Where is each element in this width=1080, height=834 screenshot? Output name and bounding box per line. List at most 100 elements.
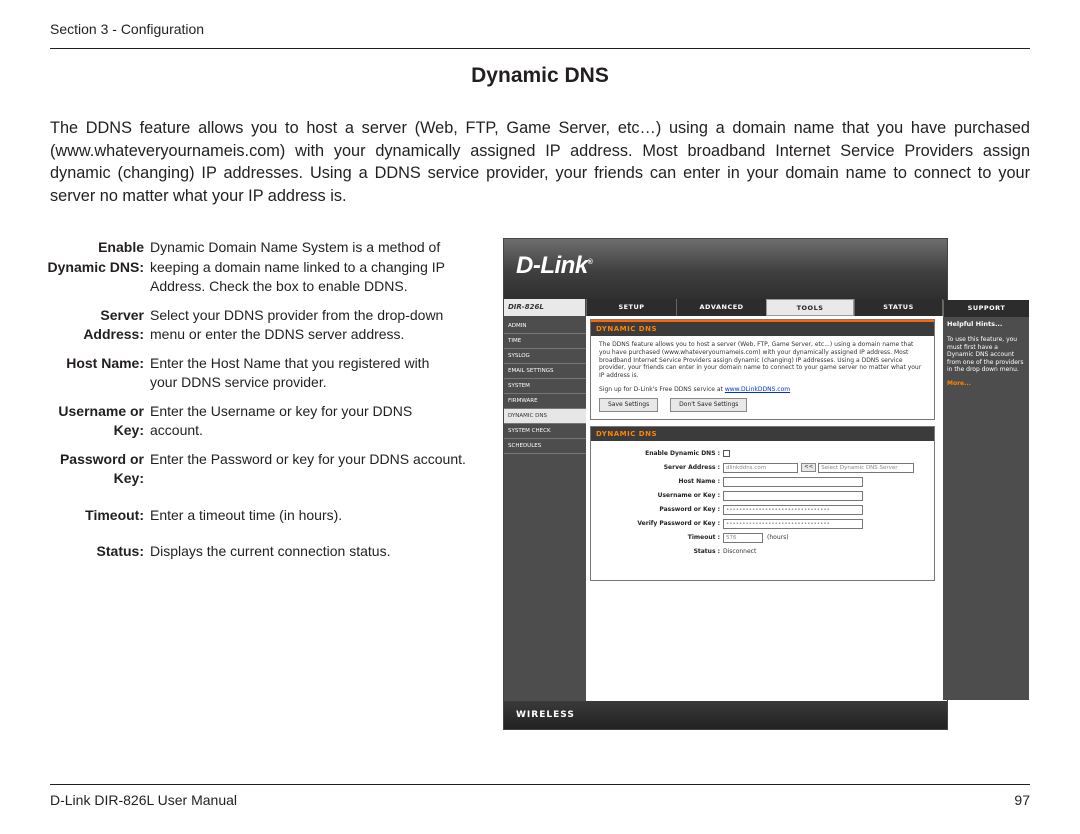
definition-term: Password or: [59, 450, 144, 467]
username-row: Username or Key :: [599, 489, 926, 503]
dlink-logo: D-Link®: [516, 252, 593, 279]
definition-term: Key:: [113, 422, 144, 438]
username-label: Username or Key :: [657, 491, 720, 499]
definition-text: Dynamic Domain Name System is a method o…: [150, 239, 441, 255]
hints-more-link[interactable]: More...: [947, 380, 1025, 387]
host-name-input[interactable]: [723, 476, 863, 487]
hints-text: To use this feature, you must first have…: [947, 336, 1024, 373]
verify-password-input[interactable]: ••••••••••••••••••••••••••••••••: [723, 518, 863, 529]
timeout-unit: (hours): [767, 533, 789, 541]
definition-text: Enter the Host Name that you registered …: [150, 354, 430, 371]
enable-ddns-row: Enable Dynamic DNS :: [599, 447, 926, 461]
timeout-row: Timeout : 576 (hours): [599, 531, 926, 545]
sidebar-item-admin[interactable]: ADMIN: [504, 319, 586, 334]
status-row: Status : Disconnect: [599, 545, 926, 559]
server-address-label: Server Address :: [663, 463, 720, 471]
definition-username: Username or Key: Enter the Username or ke…: [40, 402, 480, 441]
router-sidebar: ADMIN TIME SYSLOG EMAIL SETTINGS SYSTEM …: [504, 316, 586, 701]
tab-tools[interactable]: TOOLS: [766, 299, 854, 316]
sidebar-item-system-check[interactable]: SYSTEM CHECK: [504, 424, 586, 439]
panel-description: The DDNS feature allows you to host a se…: [599, 341, 922, 380]
signup-text: Sign up for D-Link's Free DDNS service a…: [599, 385, 723, 393]
status-value: Disconnect: [723, 547, 757, 555]
enable-ddns-label: Enable Dynamic DNS :: [645, 449, 720, 457]
username-input[interactable]: [723, 490, 863, 501]
definition-server-address: Server Address: Select your DDNS provider…: [40, 306, 480, 345]
sidebar-item-system[interactable]: SYSTEM: [504, 379, 586, 394]
definition-enable-ddns: Enable Dynamic DNS: Dynamic Domain Name S…: [40, 238, 480, 297]
copy-server-button[interactable]: <<: [801, 462, 817, 473]
definition-text: keeping a domain name linked to a changi…: [150, 258, 445, 275]
server-address-row: Server Address : dlinkddns.com << Select…: [599, 461, 926, 475]
router-main: DYNAMIC DNS The DDNS feature allows you …: [590, 319, 935, 587]
signup-line: Sign up for D-Link's Free DDNS service a…: [599, 386, 926, 394]
section-header: Section 3 - Configuration: [50, 21, 205, 37]
server-address-input[interactable]: dlinkddns.com: [723, 462, 798, 473]
tab-support[interactable]: SUPPORT: [943, 300, 1029, 317]
server-select[interactable]: Select Dynamic DNS Server: [818, 462, 915, 473]
password-input[interactable]: ••••••••••••••••••••••••••••••••: [723, 504, 863, 515]
model-label: DIR-826L: [504, 299, 586, 316]
ddns-signup-link[interactable]: www.DLinkDDNS.com: [725, 386, 790, 393]
sidebar-item-email-settings[interactable]: EMAIL SETTINGS: [504, 364, 586, 379]
verify-password-row: Verify Password or Key : •••••••••••••••…: [599, 517, 926, 531]
status-label: Status :: [693, 547, 720, 555]
tab-status[interactable]: STATUS: [854, 299, 942, 316]
definition-list: Enable Dynamic DNS: Dynamic Domain Name S…: [40, 238, 480, 562]
intro-paragraph: The DDNS feature allows you to host a se…: [50, 119, 1030, 205]
definition-text: menu or enter the DDNS server address.: [150, 326, 405, 342]
definition-text: Address. Check the box to enable DDNS.: [150, 278, 408, 294]
dont-save-settings-button[interactable]: Don't Save Settings: [670, 397, 748, 412]
tab-advanced[interactable]: ADVANCED: [676, 299, 766, 316]
router-banner: D-Link®: [504, 239, 947, 299]
definition-status: Status: Displays the current connection …: [40, 542, 480, 562]
definition-term: Host Name:: [66, 354, 144, 371]
definition-term: Enable: [98, 239, 144, 255]
definition-term: Key:: [113, 470, 144, 486]
enable-ddns-checkbox[interactable]: [723, 450, 730, 458]
timeout-label: Timeout :: [687, 533, 720, 541]
sidebar-item-time[interactable]: TIME: [504, 334, 586, 349]
definition-text: your DDNS service provider.: [150, 374, 327, 390]
definition-text: Select your DDNS provider from the drop-…: [150, 306, 444, 323]
definition-term: Username or: [58, 402, 144, 419]
definition-text: Enter the Username or key for your DDNS: [150, 402, 413, 419]
footer-rule: [50, 784, 1030, 785]
router-nav: DIR-826L SETUP ADVANCED TOOLS STATUS: [504, 299, 947, 316]
sidebar-item-dynamic-dns[interactable]: DYNAMIC DNS: [504, 409, 586, 424]
wireless-logo: WIRELESS: [516, 710, 575, 720]
definition-password: Password or Key: Enter the Password or ke…: [40, 450, 480, 489]
ddns-intro-panel: DYNAMIC DNS The DDNS feature allows you …: [590, 319, 935, 420]
password-label: Password or Key :: [659, 505, 720, 513]
definition-host-name: Host Name: Enter the Host Name that you …: [40, 354, 480, 393]
definition-term: Status:: [96, 543, 144, 559]
definition-term: Dynamic DNS:: [47, 258, 144, 275]
definition-term: Address:: [83, 326, 144, 342]
definition-text: Displays the current connection status.: [150, 543, 391, 559]
definition-text: Enter the Password or key for your DDNS …: [150, 450, 466, 467]
page-title: Dynamic DNS: [471, 64, 609, 87]
ddns-settings-panel: DYNAMIC DNS Enable Dynamic DNS : Server …: [590, 425, 935, 581]
definition-term: Timeout:: [85, 506, 144, 523]
page-number: 97: [1014, 792, 1030, 808]
dlink-logo-text: D-Link: [516, 252, 588, 279]
definition-term: Server: [100, 306, 144, 323]
timeout-input[interactable]: 576: [723, 532, 763, 543]
hints-title: Helpful Hints...: [947, 320, 1003, 328]
definition-timeout: Timeout: Enter a timeout time (in hours)…: [40, 506, 480, 526]
header-rule: [50, 48, 1030, 49]
manual-title: D-Link DIR-826L User Manual: [50, 792, 237, 808]
password-row: Password or Key : ••••••••••••••••••••••…: [599, 503, 926, 517]
panel-title: DYNAMIC DNS: [591, 320, 934, 336]
sidebar-item-schedules[interactable]: SCHEDULES: [504, 439, 586, 454]
tab-setup[interactable]: SETUP: [586, 299, 676, 316]
sidebar-item-syslog[interactable]: SYSLOG: [504, 349, 586, 364]
helpful-hints: Helpful Hints... To use this feature, yo…: [943, 317, 1029, 700]
sidebar-item-firmware[interactable]: FIRMWARE: [504, 394, 586, 409]
panel-title: DYNAMIC DNS: [591, 426, 934, 441]
definition-text: account.: [150, 422, 203, 438]
router-screenshot: D-Link® DIR-826L SETUP ADVANCED TOOLS ST…: [503, 238, 948, 730]
router-footer: WIRELESS: [504, 701, 947, 729]
save-settings-button[interactable]: Save Settings: [599, 397, 659, 412]
definition-text: Enter a timeout time (in hours).: [150, 506, 343, 523]
